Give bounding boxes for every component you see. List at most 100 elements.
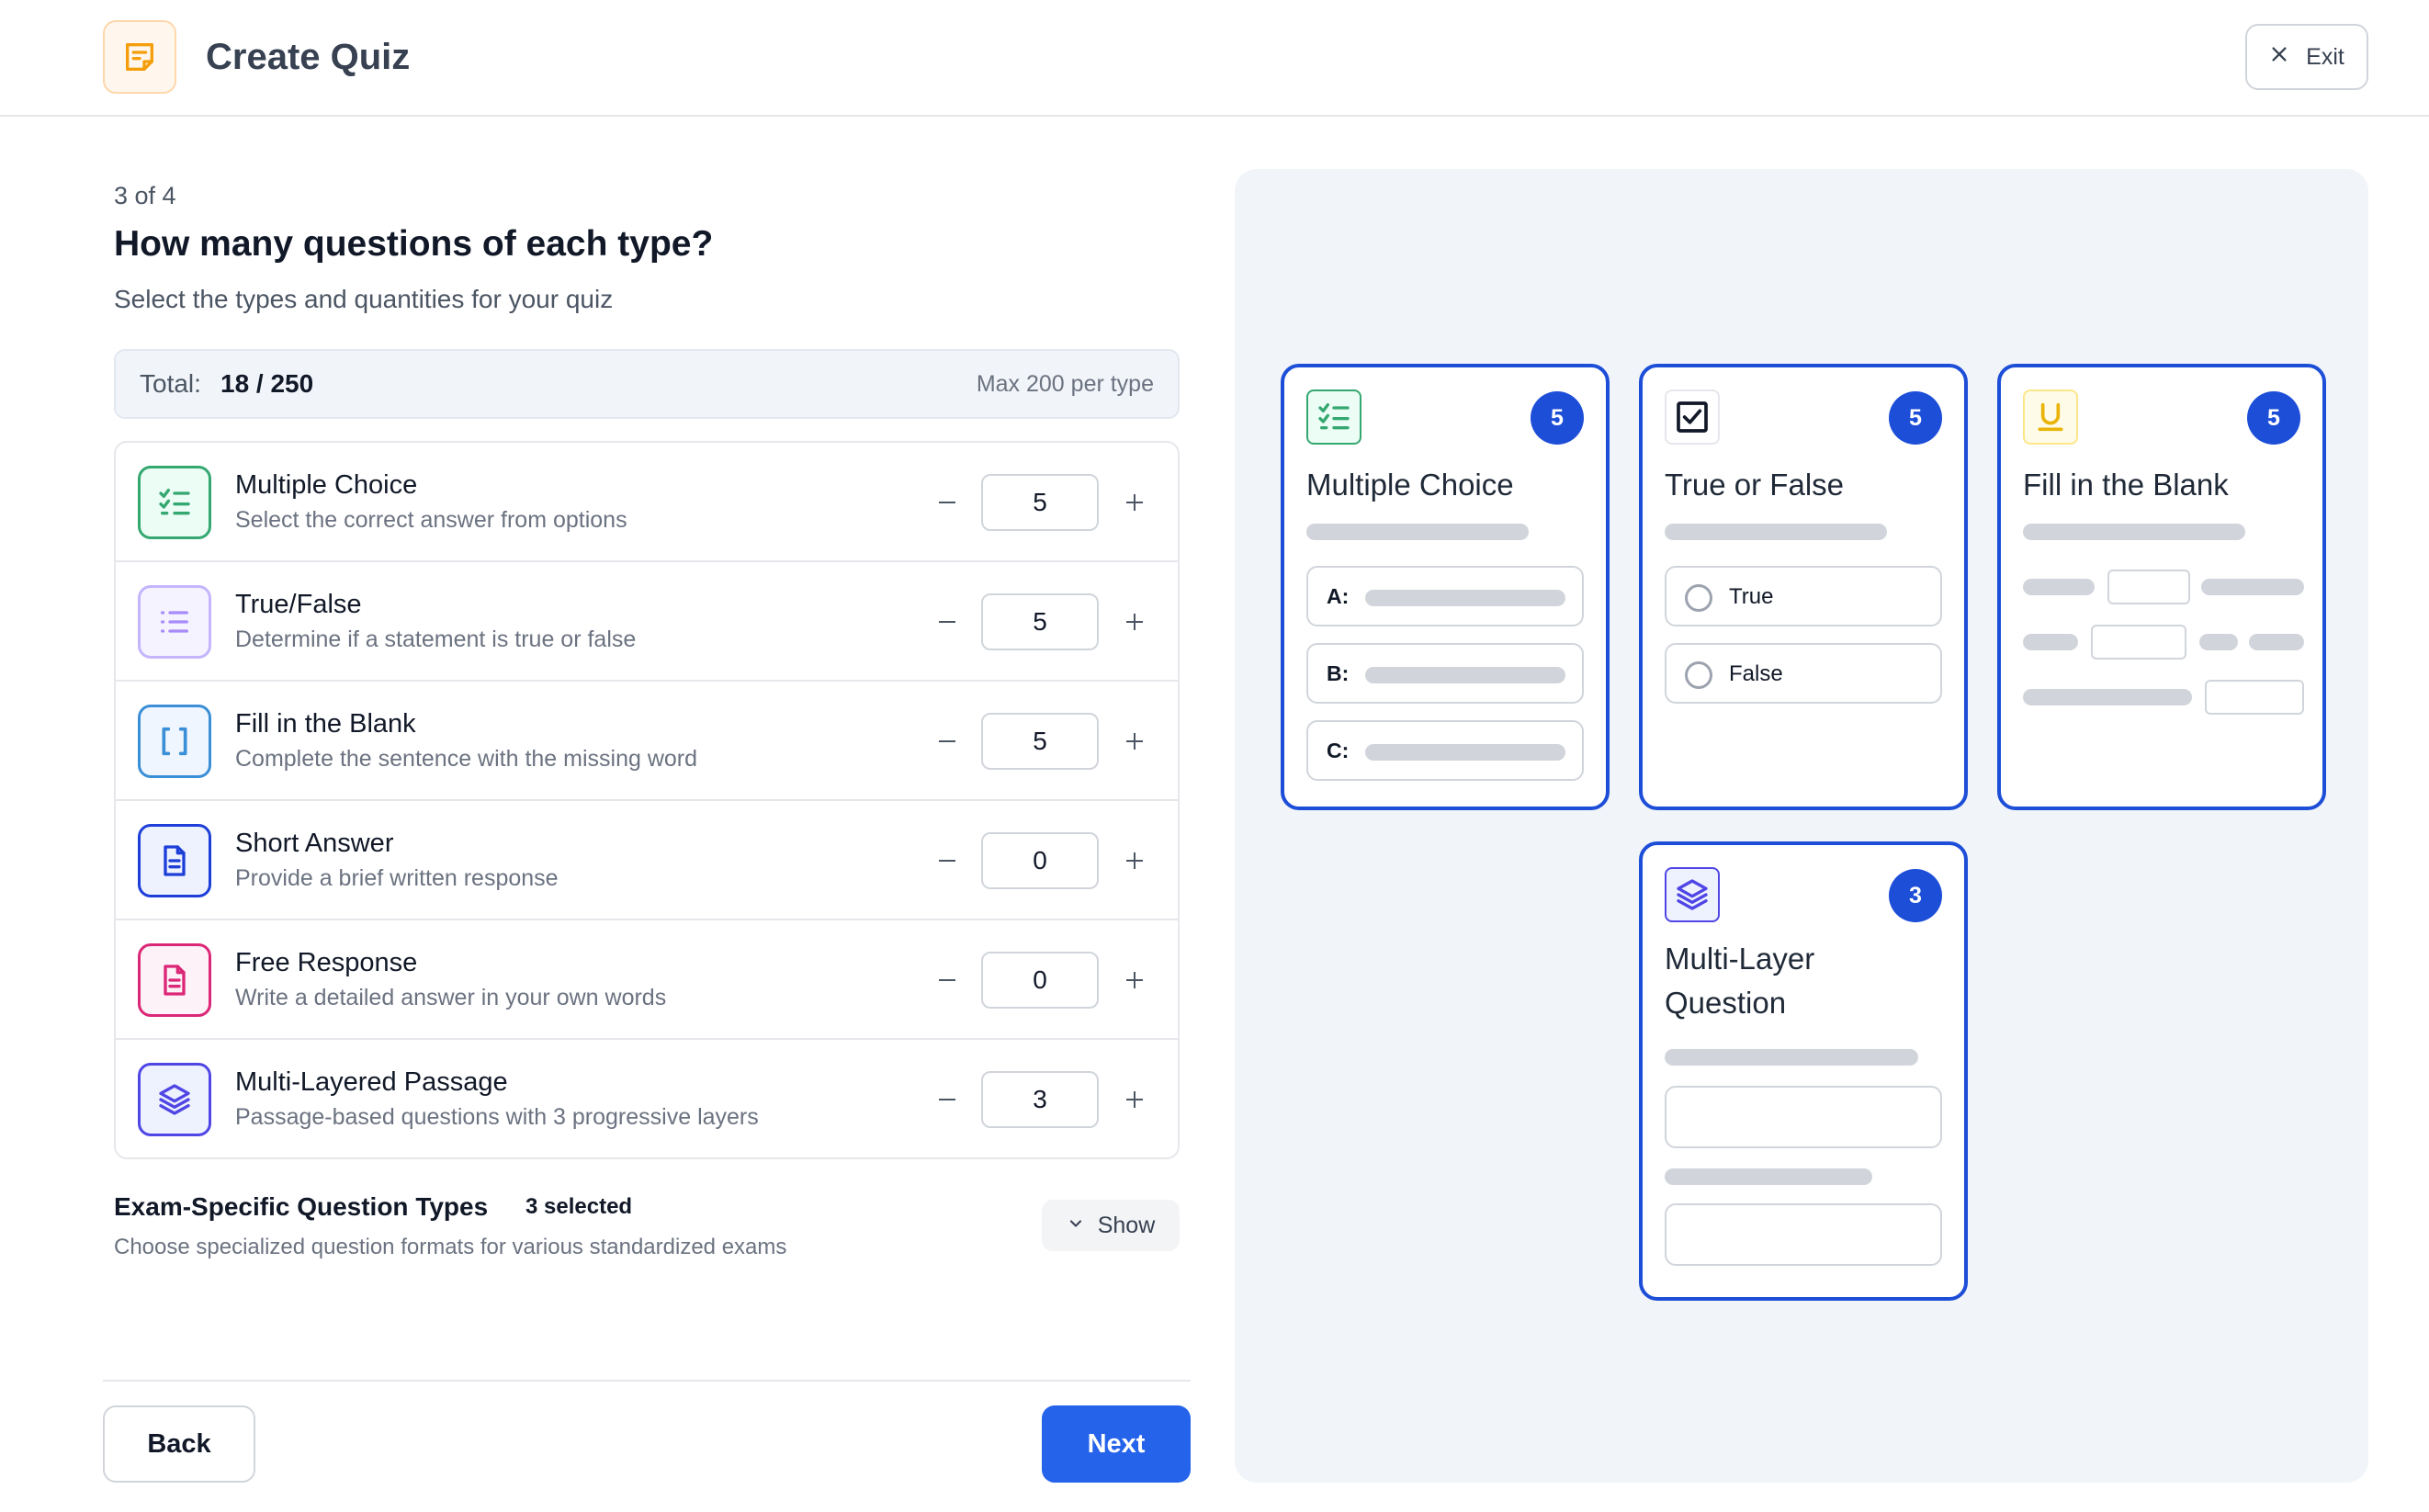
- decrement-button[interactable]: [924, 480, 970, 525]
- max-per-type-note: Max 200 per type: [976, 371, 1154, 397]
- plus-icon: [1126, 972, 1143, 988]
- placeholder-bar: [2199, 634, 2238, 650]
- total-label: Total:: [140, 369, 201, 398]
- decrement-button[interactable]: [924, 957, 970, 1003]
- preview-option: C:: [1306, 720, 1584, 781]
- placeholder-bar: [2201, 579, 2304, 595]
- placeholder-bar: [1365, 744, 1565, 761]
- preview-option: B:: [1306, 643, 1584, 704]
- blank-box: [2205, 680, 2304, 715]
- placeholder-bar: [2023, 524, 2245, 540]
- increment-button[interactable]: [1112, 1077, 1158, 1123]
- exam-selected-count: 3 selected: [525, 1194, 633, 1219]
- preview-option: False: [1665, 643, 1942, 704]
- quantity-input[interactable]: [981, 832, 1099, 889]
- step-subheading: Select the types and quantities for your…: [114, 285, 614, 313]
- option-letter: C:: [1327, 739, 1350, 762]
- underline-icon: [2023, 389, 2078, 445]
- option-letter: B:: [1327, 661, 1350, 685]
- document-icon: [138, 943, 211, 1017]
- header: Create Quiz Exit: [0, 0, 2429, 117]
- type-name: Multi-Layered Passage: [235, 1067, 508, 1097]
- question-type-row-true-false: True/False Determine if a statement is t…: [116, 562, 1178, 682]
- count-badge: 5: [1531, 391, 1584, 445]
- type-description: Complete the sentence with the missing w…: [235, 746, 698, 772]
- checklist-icon: [1306, 389, 1361, 445]
- radio-icon: [1685, 661, 1712, 689]
- count-badge: 5: [2247, 391, 2300, 445]
- type-name: True/False: [235, 590, 362, 619]
- placeholder-bar: [2249, 634, 2304, 650]
- question-type-row-multiple-choice: Multiple Choice Select the correct answe…: [116, 443, 1178, 562]
- decrement-button[interactable]: [924, 718, 970, 764]
- quantity-input[interactable]: [981, 1071, 1099, 1128]
- plus-icon: [1126, 614, 1143, 630]
- type-description: Determine if a statement is true or fals…: [235, 626, 637, 652]
- step-indicator: 3 of 4: [114, 182, 176, 209]
- list-icon: [138, 585, 211, 659]
- page-title: Create Quiz: [206, 37, 411, 77]
- exit-button[interactable]: Exit: [2245, 24, 2368, 90]
- preview-card-title: Multiple Choice: [1306, 468, 1514, 502]
- question-type-list: Multiple Choice Select the correct answe…: [114, 441, 1180, 1159]
- preview-card-title-line2: Question: [1665, 986, 1787, 1020]
- increment-button[interactable]: [1112, 599, 1158, 645]
- placeholder-bar: [1665, 1168, 1872, 1185]
- answer-box: [1665, 1203, 1942, 1266]
- decrement-button[interactable]: [924, 599, 970, 645]
- minus-icon: [939, 621, 955, 623]
- layers-icon: [138, 1063, 211, 1136]
- close-icon: [2269, 44, 2289, 71]
- chevron-down-icon: [1067, 1213, 1085, 1239]
- type-name: Fill in the Blank: [235, 709, 416, 739]
- brackets-icon: [138, 705, 211, 778]
- question-type-row-fill-blank: Fill in the Blank Complete the sentence …: [116, 682, 1178, 801]
- quantity-input[interactable]: [981, 952, 1099, 1009]
- minus-icon: [939, 1099, 955, 1100]
- option-text: True: [1729, 584, 1774, 609]
- placeholder-bar: [1306, 524, 1529, 540]
- count-badge: 5: [1889, 391, 1942, 445]
- placeholder-bar: [2023, 689, 2192, 705]
- checklist-icon: [138, 466, 211, 539]
- minus-icon: [939, 979, 955, 981]
- placeholder-bar: [2023, 634, 2078, 650]
- show-exam-types-button[interactable]: Show: [1042, 1200, 1180, 1251]
- placeholder-bar: [2023, 579, 2095, 595]
- plus-icon: [1126, 852, 1143, 869]
- type-description: Passage-based questions with 3 progressi…: [235, 1104, 759, 1130]
- increment-button[interactable]: [1112, 957, 1158, 1003]
- decrement-button[interactable]: [924, 1077, 970, 1123]
- back-button[interactable]: Back: [103, 1405, 255, 1483]
- blank-box: [2107, 570, 2190, 604]
- preview-option: A:: [1306, 566, 1584, 626]
- question-type-row-multi-layered: Multi-Layered Passage Passage-based ques…: [116, 1040, 1178, 1157]
- minus-icon: [939, 502, 955, 503]
- type-name: Short Answer: [235, 829, 394, 858]
- quiz-note-icon: [103, 20, 176, 94]
- decrement-button[interactable]: [924, 838, 970, 884]
- minus-icon: [939, 860, 955, 862]
- increment-button[interactable]: [1112, 718, 1158, 764]
- exit-label: Exit: [2306, 43, 2344, 70]
- type-description: Write a detailed answer in your own word…: [235, 985, 667, 1010]
- placeholder-bar: [1665, 1049, 1918, 1066]
- blank-box: [2091, 625, 2186, 660]
- total-value: 18 / 250: [220, 369, 314, 398]
- step-heading: How many questions of each type?: [114, 224, 714, 264]
- preview-card-title-line1: Multi-Layer: [1665, 942, 1815, 976]
- preview-card-title: True or False: [1665, 468, 1845, 502]
- plus-icon: [1126, 1091, 1143, 1108]
- increment-button[interactable]: [1112, 838, 1158, 884]
- preview-card-fill-blank: 5 Fill in the Blank: [1997, 364, 2326, 810]
- increment-button[interactable]: [1112, 480, 1158, 525]
- option-letter: A:: [1327, 584, 1350, 608]
- quantity-input[interactable]: [981, 713, 1099, 770]
- quantity-input[interactable]: [981, 593, 1099, 650]
- option-text: False: [1729, 661, 1783, 686]
- count-badge: 3: [1889, 869, 1942, 922]
- quantity-input[interactable]: [981, 474, 1099, 531]
- plus-icon: [1126, 494, 1143, 511]
- preview-option: True: [1665, 566, 1942, 626]
- next-button[interactable]: Next: [1042, 1405, 1191, 1483]
